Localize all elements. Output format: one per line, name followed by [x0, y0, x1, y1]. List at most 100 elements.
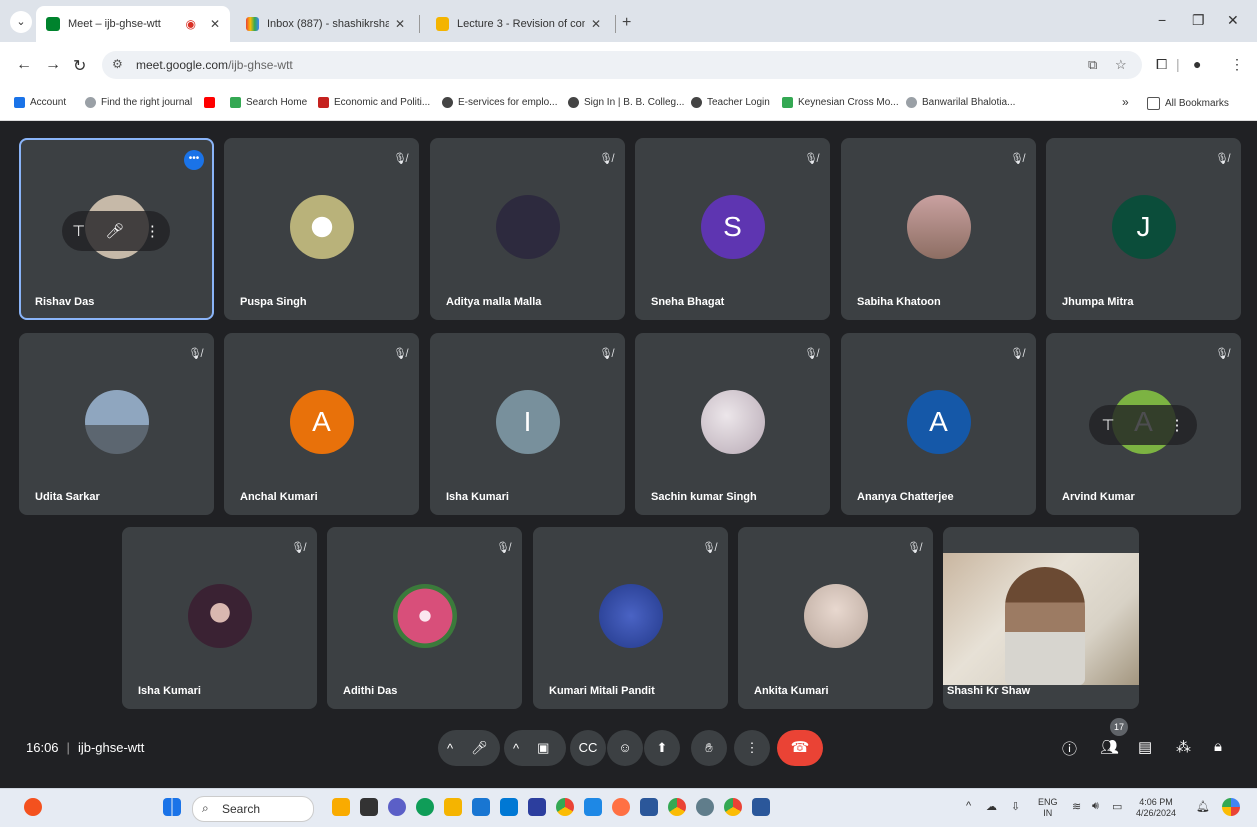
settings-icon[interactable] [696, 798, 714, 816]
bookmark-item[interactable] [204, 97, 220, 108]
participant-tile[interactable]: 🎙︎̸ A Anchal Kumari [224, 333, 419, 515]
close-icon[interactable]: ✕ [591, 17, 601, 31]
participant-tile[interactable]: 🎙︎̸ Kumari Mitali Pandit [533, 527, 728, 709]
close-icon[interactable]: ✕ [395, 17, 405, 31]
onedrive-icon[interactable]: ☁ [986, 800, 997, 813]
participant-tile[interactable]: 🎙︎̸ Udita Sarkar [19, 333, 214, 515]
host-controls-icon[interactable]: 🔒︎ [1214, 738, 1222, 755]
wifi-icon[interactable]: ≋ [1072, 800, 1081, 813]
end-call-button[interactable]: ☎ [777, 730, 823, 766]
install-app-icon[interactable]: ⧉ [1088, 57, 1097, 73]
meeting-details-icon[interactable]: ⓘ [1062, 738, 1077, 759]
chevron-up-icon[interactable]: ^ [438, 741, 462, 756]
windows-start-icon[interactable] [163, 798, 181, 816]
raise-hand-button[interactable]: ✋︎ [691, 730, 727, 766]
participant-tile[interactable]: 🎙︎̸ Puspa Singh [224, 138, 419, 320]
back-icon[interactable]: ← [16, 56, 32, 74]
more-options-icon[interactable]: ••• [184, 150, 204, 170]
more-options-icon[interactable]: ⋮ [1170, 416, 1185, 434]
notification-bell-icon[interactable]: 🔔︎ [1196, 800, 1210, 813]
participant-tile[interactable]: 🎙︎̸ J Jhumpa Mitra [1046, 138, 1241, 320]
participant-tile[interactable]: 🎙︎̸ A ⊤ · ⋮ Arvind Kumar [1046, 333, 1241, 515]
camera-icon[interactable]: ▣ [528, 740, 558, 756]
microphone-icon[interactable]: 🎤︎ [462, 740, 497, 756]
site-info-icon[interactable]: ⚙ [112, 57, 123, 71]
minimize-icon[interactable]: − [1158, 12, 1166, 28]
copilot-icon[interactable] [1222, 798, 1240, 816]
word-doc-icon[interactable] [752, 798, 770, 816]
store-icon[interactable] [472, 798, 490, 816]
chrome-profile-2-icon[interactable] [724, 798, 742, 816]
battery-icon[interactable]: ▭ [1112, 800, 1122, 813]
people-icon[interactable]: 👥︎ [1100, 738, 1119, 756]
bookmark-item[interactable]: Banwarilal Bhalotia... [906, 97, 1015, 108]
chevron-up-icon[interactable]: ^ [504, 741, 528, 756]
microphone-icon[interactable]: 🎤︎ [106, 222, 125, 240]
participant-tile[interactable]: 🎙︎̸ I Isha Kumari [430, 333, 625, 515]
bookmark-item[interactable]: Account [14, 97, 66, 108]
captions-button[interactable]: CC [570, 730, 606, 766]
language-indicator[interactable]: ENG IN [1038, 797, 1058, 819]
presenter-video-tile[interactable]: Shashi Kr Shaw [943, 527, 1139, 709]
participant-tile[interactable]: 🎙︎̸ Ankita Kumari [738, 527, 933, 709]
reload-icon[interactable]: ↻ [73, 56, 86, 76]
widgets-icon[interactable] [332, 798, 350, 816]
app-l-icon[interactable] [528, 798, 546, 816]
forward-icon[interactable]: → [45, 56, 61, 74]
bookmark-item[interactable]: Teacher Login [691, 97, 770, 108]
usb-icon[interactable]: ⇩ [1011, 800, 1020, 813]
camera-control[interactable]: ^ ▣ [504, 730, 566, 766]
profile-avatar-icon[interactable]: ● [1193, 56, 1201, 72]
activities-icon[interactable]: ⁂ [1176, 738, 1191, 756]
chevron-up-icon[interactable]: ^ [966, 800, 971, 812]
emoji-button[interactable]: ☺ [607, 730, 643, 766]
bookmark-item[interactable]: Search Home [230, 97, 307, 108]
system-clock[interactable]: 4:06 PM 4/26/2024 [1136, 797, 1176, 819]
word-icon[interactable] [640, 798, 658, 816]
monitor-app-icon[interactable] [584, 798, 602, 816]
chrome-icon[interactable] [556, 798, 574, 816]
tab-lecture[interactable]: Lecture 3 - Revision of concept ✕ [426, 6, 616, 42]
file-explorer-icon[interactable] [444, 798, 462, 816]
all-bookmarks-button[interactable]: All Bookmarks [1147, 97, 1229, 110]
participant-tile[interactable]: ⊤ 🎤︎ ⋮ ••• Rishav Das [19, 138, 214, 320]
edge-icon[interactable] [416, 798, 434, 816]
participant-tile[interactable]: 🎙︎̸ Sabiha Khatoon [841, 138, 1036, 320]
taskbar-search[interactable]: ⌕ Search [192, 796, 314, 822]
bookmark-item[interactable]: Keynesian Cross Mo... [782, 97, 899, 108]
bookmark-item[interactable]: Sign In | B. B. Colleg... [568, 97, 684, 108]
mail-icon[interactable] [500, 798, 518, 816]
participant-tile[interactable]: 🎙︎̸ A Ananya Chatterjee [841, 333, 1036, 515]
tab-search-button[interactable]: ⌄ [10, 11, 32, 33]
bookmark-item[interactable]: Find the right journal [85, 97, 192, 108]
firefox-icon[interactable] [612, 798, 630, 816]
participant-tile[interactable]: 🎙︎̸ Adithi Das [327, 527, 522, 709]
participant-tile[interactable]: 🎙︎̸ Isha Kumari [122, 527, 317, 709]
bookmark-item[interactable]: Economic and Politi... [318, 97, 430, 108]
present-button[interactable]: ⬆ [644, 730, 680, 766]
participant-tile[interactable]: 🎙︎̸ Sachin kumar Singh [635, 333, 830, 515]
bookmark-item[interactable]: E-services for emplo... [442, 97, 557, 108]
tab-meet[interactable]: Meet – ijb-ghse-wtt ◉ ✕ [36, 6, 230, 42]
participant-tile[interactable]: 🎙︎̸ S Sneha Bhagat [635, 138, 830, 320]
chat-icon[interactable]: ▤ [1138, 738, 1152, 756]
chrome-profile-icon[interactable] [668, 798, 686, 816]
bookmarks-overflow-button[interactable]: » [1122, 95, 1129, 109]
pin-icon[interactable]: ⊤ [72, 222, 85, 240]
tab-inbox[interactable]: Inbox (887) - shashikrshaw@g ✕ [236, 6, 420, 42]
more-options-button[interactable]: ⋮ [734, 730, 770, 766]
restore-icon[interactable]: ❐ [1192, 12, 1205, 29]
window-close-icon[interactable]: ✕ [1227, 12, 1239, 29]
extensions-icon[interactable]: ⧠ [1156, 56, 1167, 73]
microphone-control[interactable]: ^ 🎤︎ [438, 730, 500, 766]
task-view-icon[interactable] [360, 798, 378, 816]
close-icon[interactable]: ✕ [210, 17, 220, 31]
participant-tile[interactable]: 🎙︎̸ Aditya malla Malla [430, 138, 625, 320]
weather-widget-icon[interactable] [24, 798, 42, 816]
volume-icon[interactable]: 🔊︎ [1092, 800, 1099, 813]
bookmark-star-icon[interactable]: ☆ [1115, 57, 1127, 73]
pin-icon[interactable]: ⊤ [1101, 416, 1114, 434]
chat-app-icon[interactable] [388, 798, 406, 816]
address-bar[interactable]: ⚙ meet.google.com/ijb-ghse-wtt ⧉ ☆ [102, 51, 1142, 79]
new-tab-button[interactable]: + [622, 14, 631, 32]
